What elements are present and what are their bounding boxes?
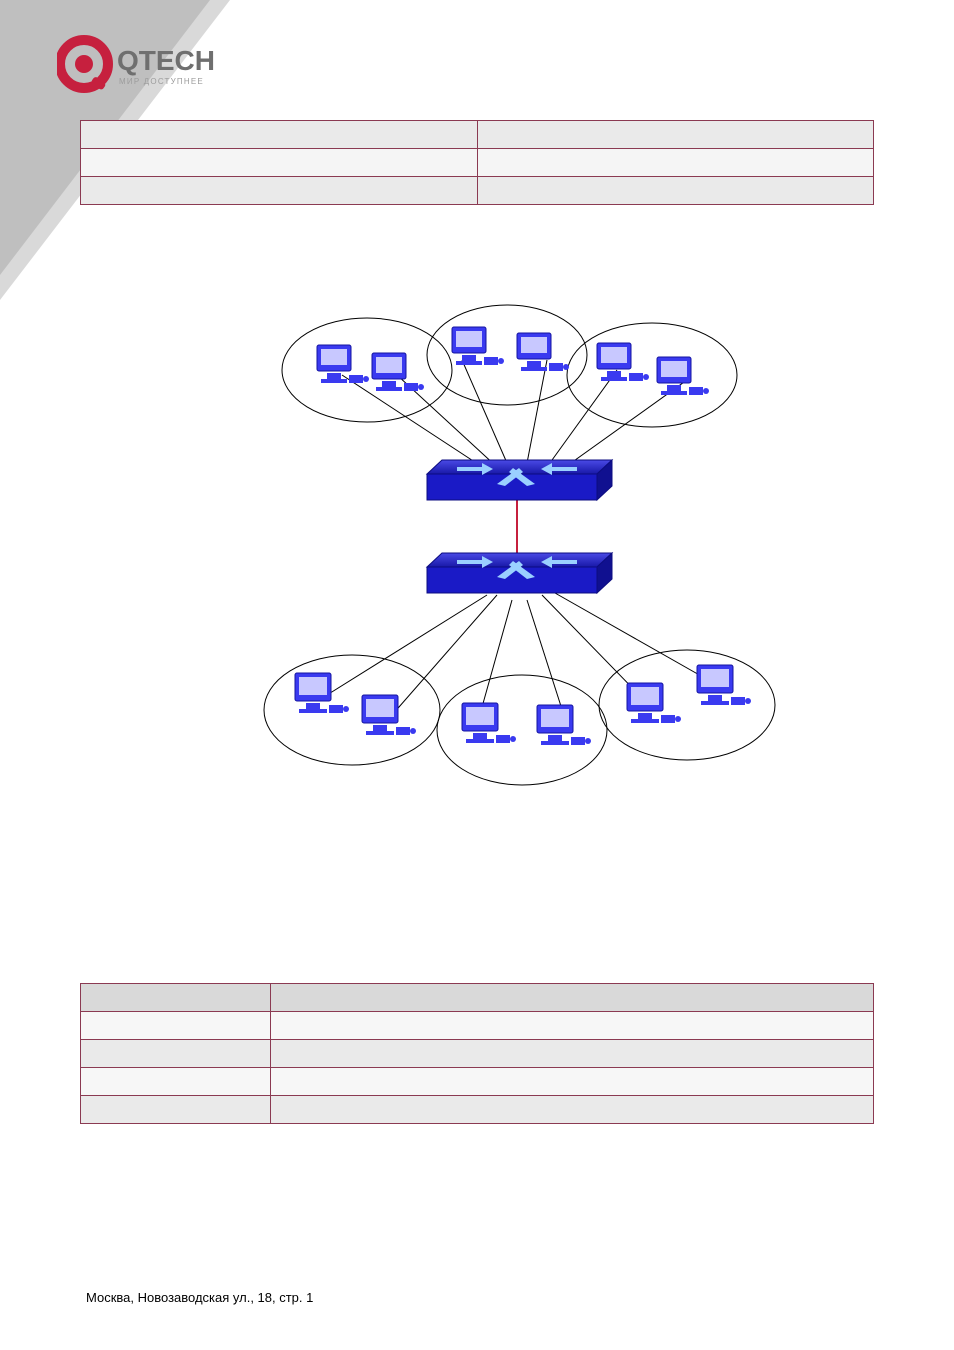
table-row xyxy=(81,1096,874,1124)
table-cell xyxy=(271,1068,874,1096)
table-row xyxy=(81,121,874,149)
pc-icon xyxy=(452,327,504,365)
table-row xyxy=(81,149,874,177)
pc-icon xyxy=(362,695,416,735)
table-cell xyxy=(271,1096,874,1124)
pc-icon xyxy=(372,353,424,391)
pc-icon xyxy=(537,705,591,745)
table-cell xyxy=(271,1040,874,1068)
footer-address: Москва, Новозаводская ул., 18, стр. 1 xyxy=(86,1290,313,1305)
table-cell xyxy=(81,1068,271,1096)
logo-brand-text: QTECH xyxy=(117,45,215,76)
table-cell xyxy=(81,121,478,149)
switch-icon xyxy=(427,553,612,593)
switch-icon xyxy=(427,460,612,500)
table-cell xyxy=(81,149,478,177)
table-row xyxy=(81,1012,874,1040)
pc-icon xyxy=(317,345,369,383)
blank-table-narrow-first-col xyxy=(80,983,874,1124)
pc-icon xyxy=(657,357,709,395)
table-cell xyxy=(81,1012,271,1040)
table-cell xyxy=(81,1096,271,1124)
pc-icon xyxy=(462,703,516,743)
table-cell xyxy=(271,1012,874,1040)
table-cell xyxy=(271,984,874,1012)
table-row xyxy=(81,1040,874,1068)
pc-icon xyxy=(697,665,751,705)
logo-tagline-text: МИР ДОСТУПНЕЕ xyxy=(119,77,204,86)
network-topology-diagram xyxy=(80,295,874,818)
pc-icon xyxy=(295,673,349,713)
blank-table-2col xyxy=(80,120,874,205)
table-cell xyxy=(81,177,478,205)
table-row xyxy=(81,1068,874,1096)
pc-icon xyxy=(517,333,569,371)
table-cell xyxy=(81,984,271,1012)
table-row xyxy=(81,177,874,205)
qtech-logo: QTECH МИР ДОСТУПНЕЕ xyxy=(57,34,237,101)
pc-icon xyxy=(597,343,649,381)
pc-icon xyxy=(627,683,681,723)
table-row xyxy=(81,984,874,1012)
table-cell xyxy=(477,121,874,149)
table-cell xyxy=(477,177,874,205)
table-cell xyxy=(477,149,874,177)
table-cell xyxy=(81,1040,271,1068)
